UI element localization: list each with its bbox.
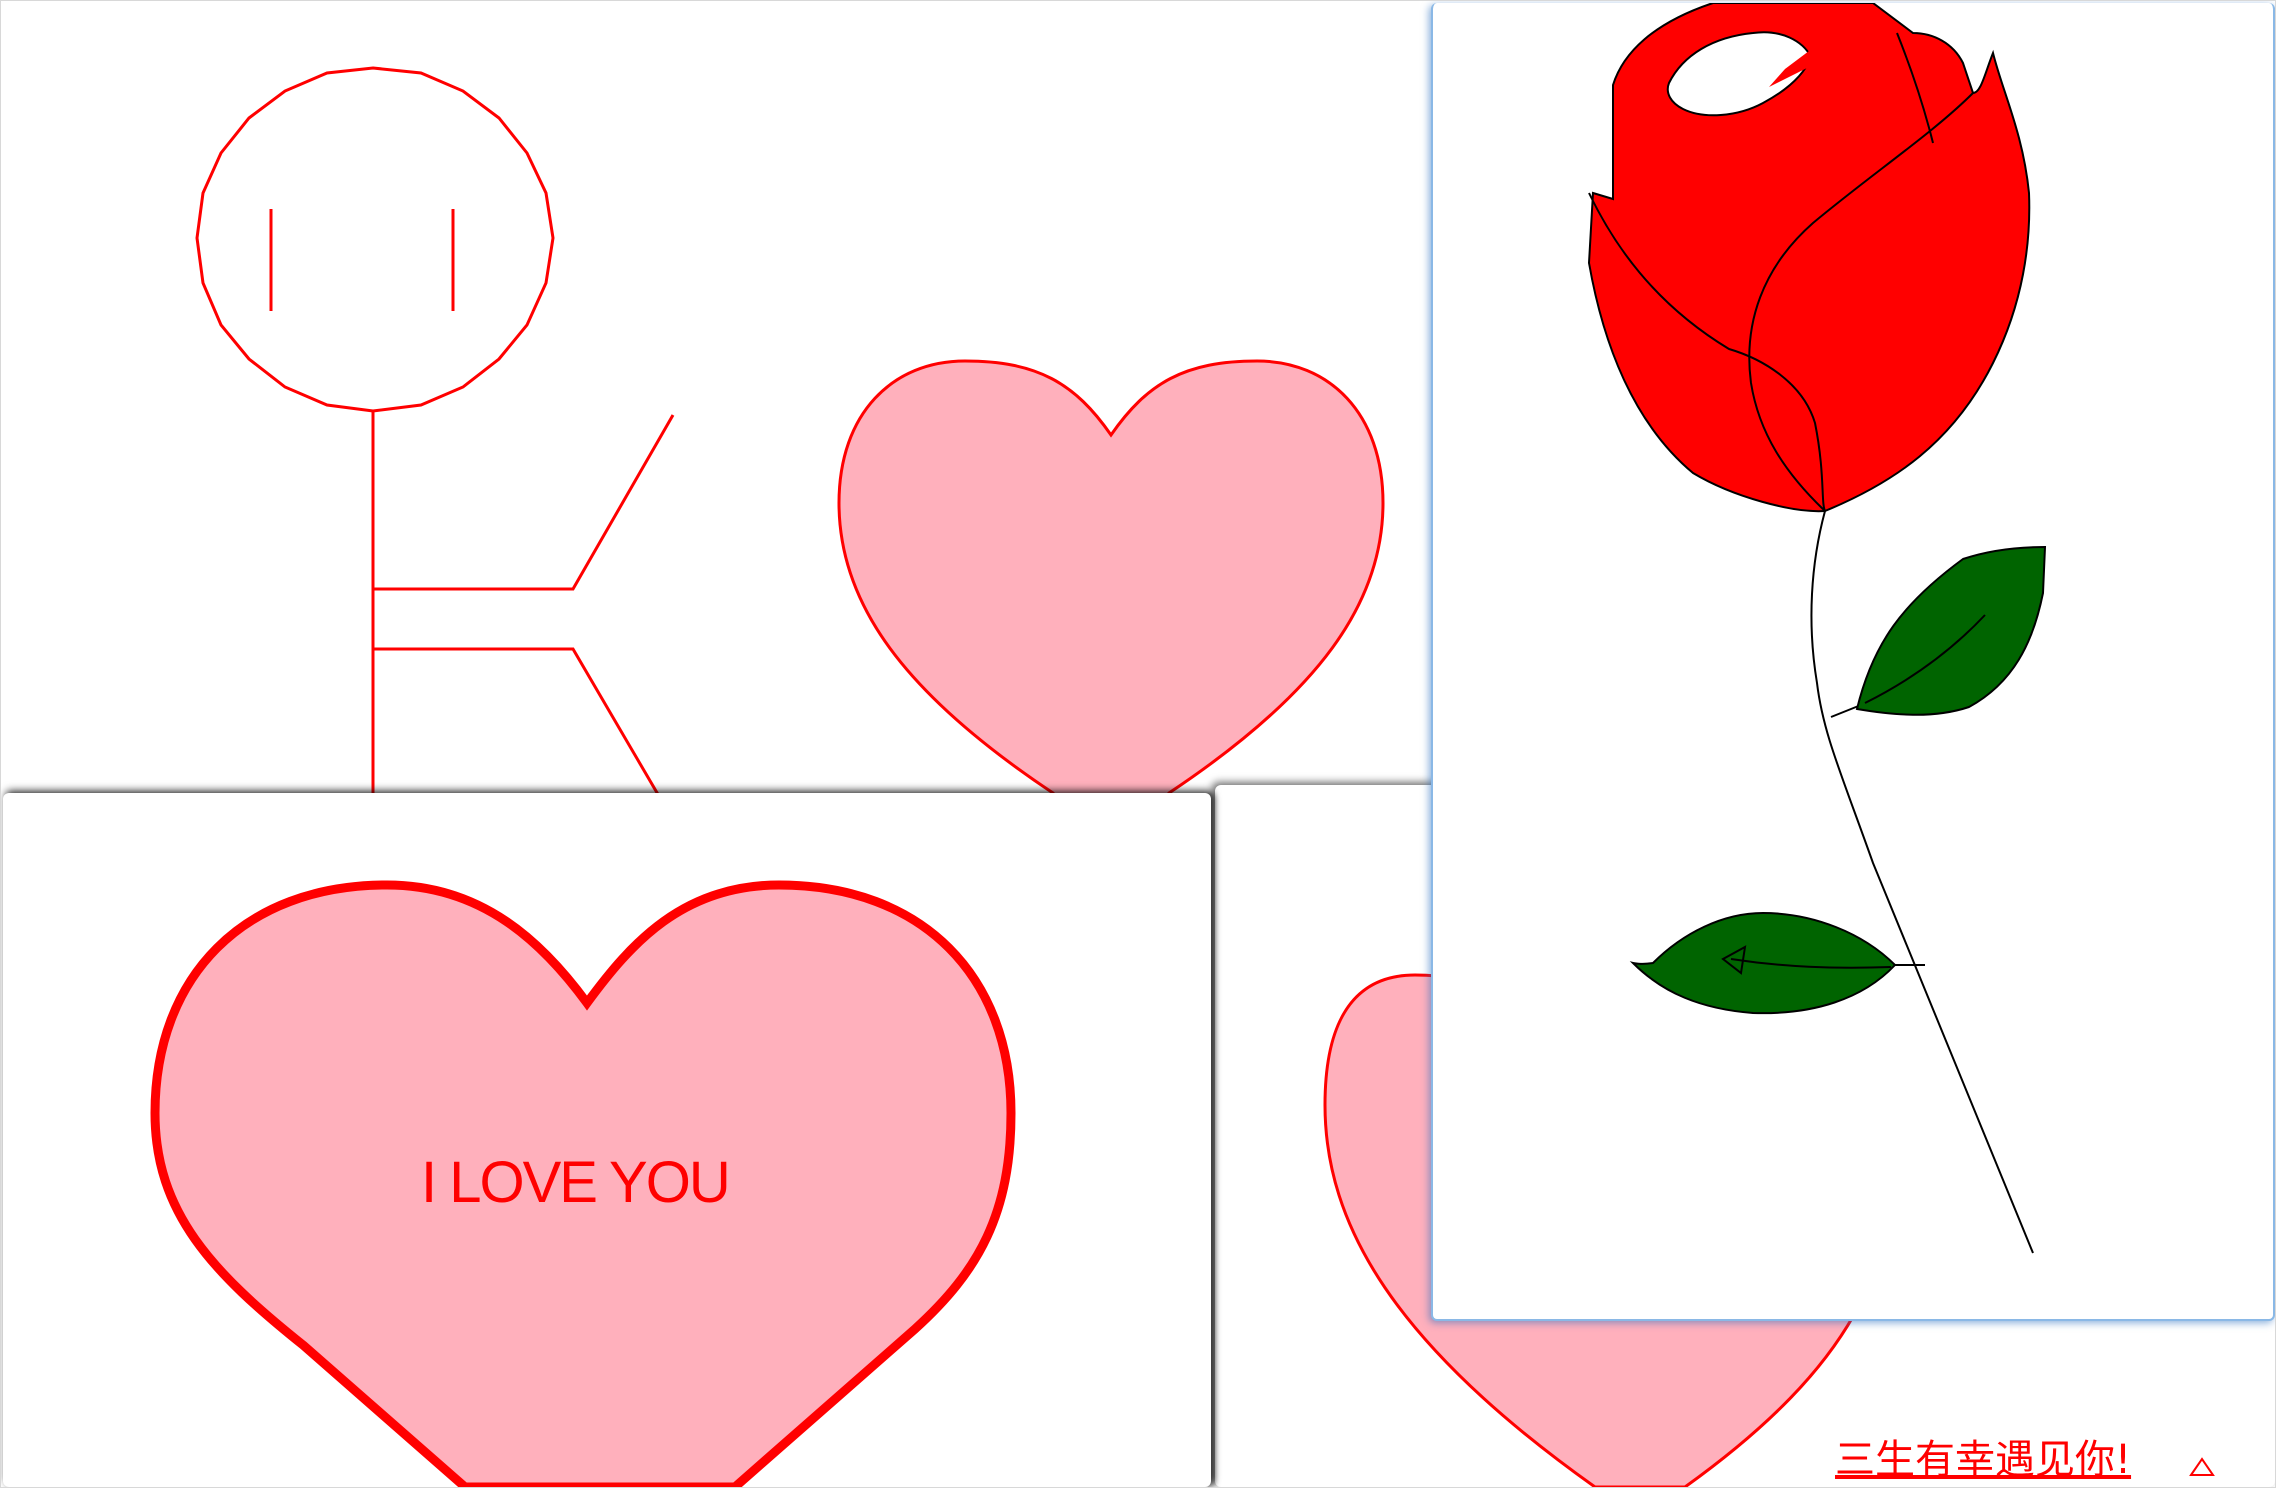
love-message: I LOVE YOU (421, 1150, 731, 1215)
rose-canvas (1587, 3, 2047, 1254)
love-card-canvas (150, 880, 1016, 1487)
love-card-window[interactable]: I LOVE YOU (3, 793, 1211, 1487)
stickman-upper-arm (373, 414, 675, 591)
stickman-window[interactable] (3, 3, 1433, 803)
stickman-head (195, 66, 555, 413)
rose-bloom[interactable] (1587, 3, 2031, 513)
stickman-lower-arm (373, 647, 665, 803)
desktop: 三生有幸遇见你! I LOVE YOU (0, 0, 2276, 1488)
rose-window[interactable] (1431, 3, 2275, 1321)
upper-leaf[interactable] (1855, 545, 2047, 716)
stickman-canvas (195, 66, 1385, 803)
stickman-heart (837, 359, 1385, 803)
upper-leaf-twig (1830, 704, 1862, 718)
caption-text: 三生有幸遇见你! (1835, 1437, 2132, 1483)
turtle-cursor-icon (2189, 1457, 2215, 1476)
